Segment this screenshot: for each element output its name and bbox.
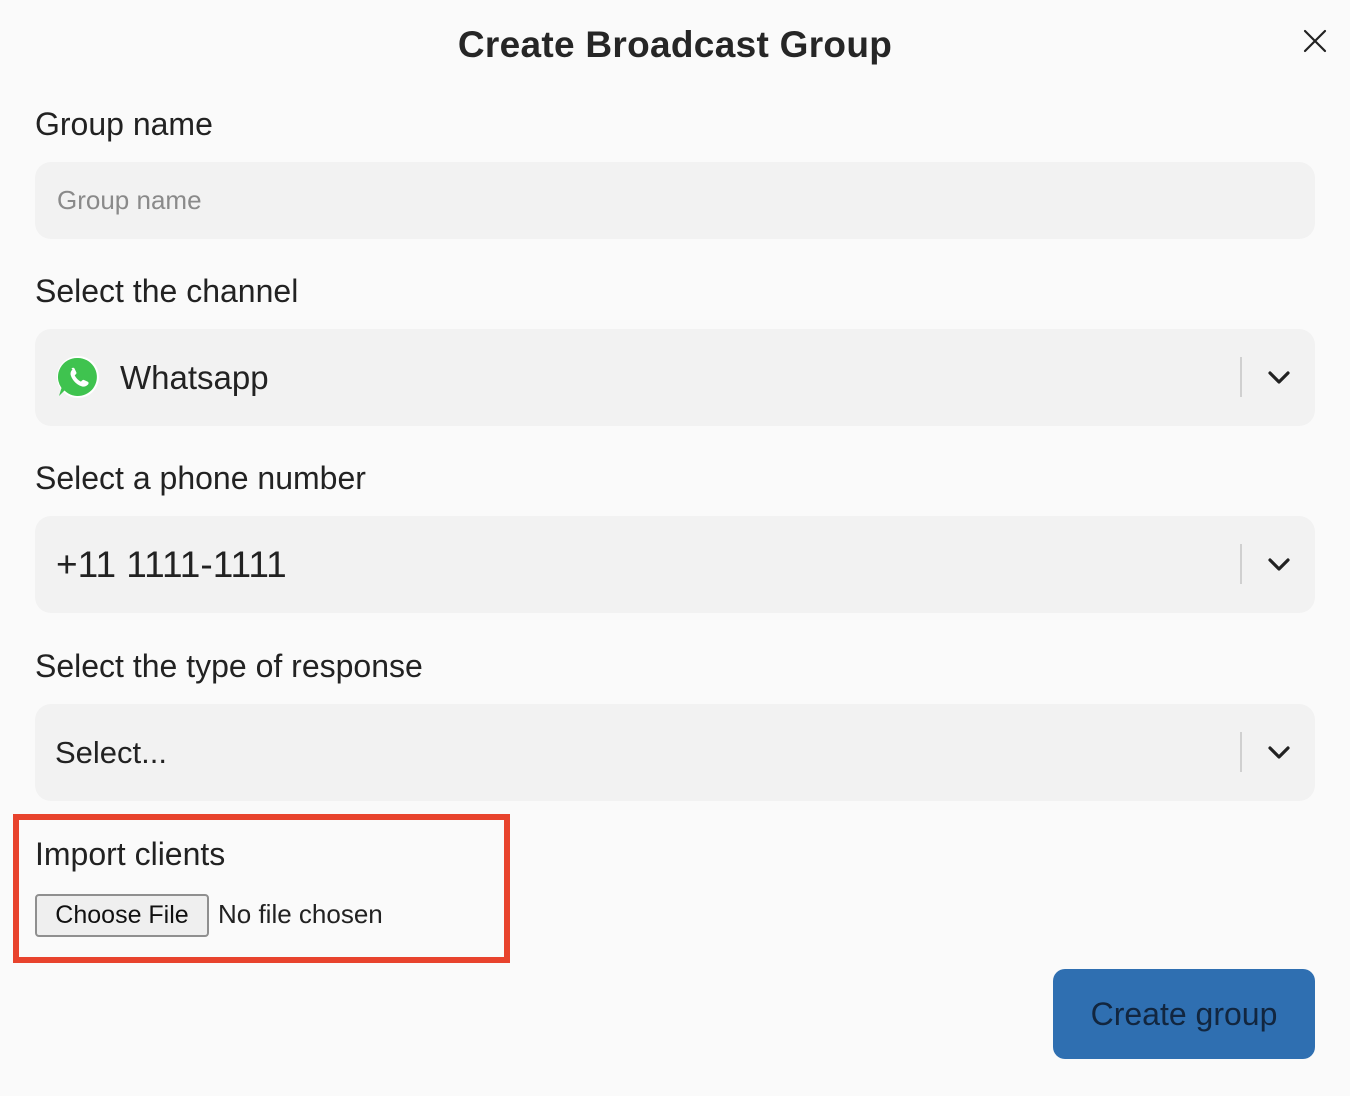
chevron-down-icon[interactable] bbox=[1265, 363, 1293, 391]
create-broadcast-group-dialog: Create Broadcast Group Group name Select… bbox=[0, 0, 1350, 1096]
response-type-select[interactable]: Select... bbox=[35, 704, 1315, 801]
chevron-down-icon[interactable] bbox=[1265, 738, 1293, 766]
whatsapp-icon bbox=[57, 356, 99, 398]
response-select-separator bbox=[1240, 732, 1242, 772]
response-type-placeholder: Select... bbox=[55, 734, 167, 770]
channel-selected-value: Whatsapp bbox=[120, 358, 269, 396]
channel-select[interactable]: Whatsapp bbox=[35, 329, 1315, 426]
phone-number-label: Select a phone number bbox=[35, 460, 366, 496]
response-type-label: Select the type of response bbox=[35, 648, 423, 684]
channel-label: Select the channel bbox=[35, 273, 299, 309]
group-name-input[interactable] bbox=[35, 162, 1315, 239]
choose-file-button[interactable]: Choose File bbox=[35, 894, 209, 937]
create-group-button[interactable]: Create group bbox=[1053, 969, 1315, 1059]
group-name-label: Group name bbox=[35, 106, 213, 142]
phone-select-separator bbox=[1240, 544, 1242, 584]
channel-select-separator bbox=[1240, 357, 1242, 397]
dialog-title: Create Broadcast Group bbox=[457, 24, 893, 65]
file-status-text: No file chosen bbox=[218, 899, 383, 929]
import-clients-label: Import clients bbox=[35, 836, 226, 872]
phone-number-selected-value: +11 1111-1111 bbox=[56, 543, 287, 585]
close-icon[interactable] bbox=[1300, 26, 1330, 56]
chevron-down-icon[interactable] bbox=[1265, 550, 1293, 578]
group-name-field-wrapper bbox=[35, 162, 1315, 239]
phone-number-select[interactable]: +11 1111-1111 bbox=[35, 516, 1315, 613]
